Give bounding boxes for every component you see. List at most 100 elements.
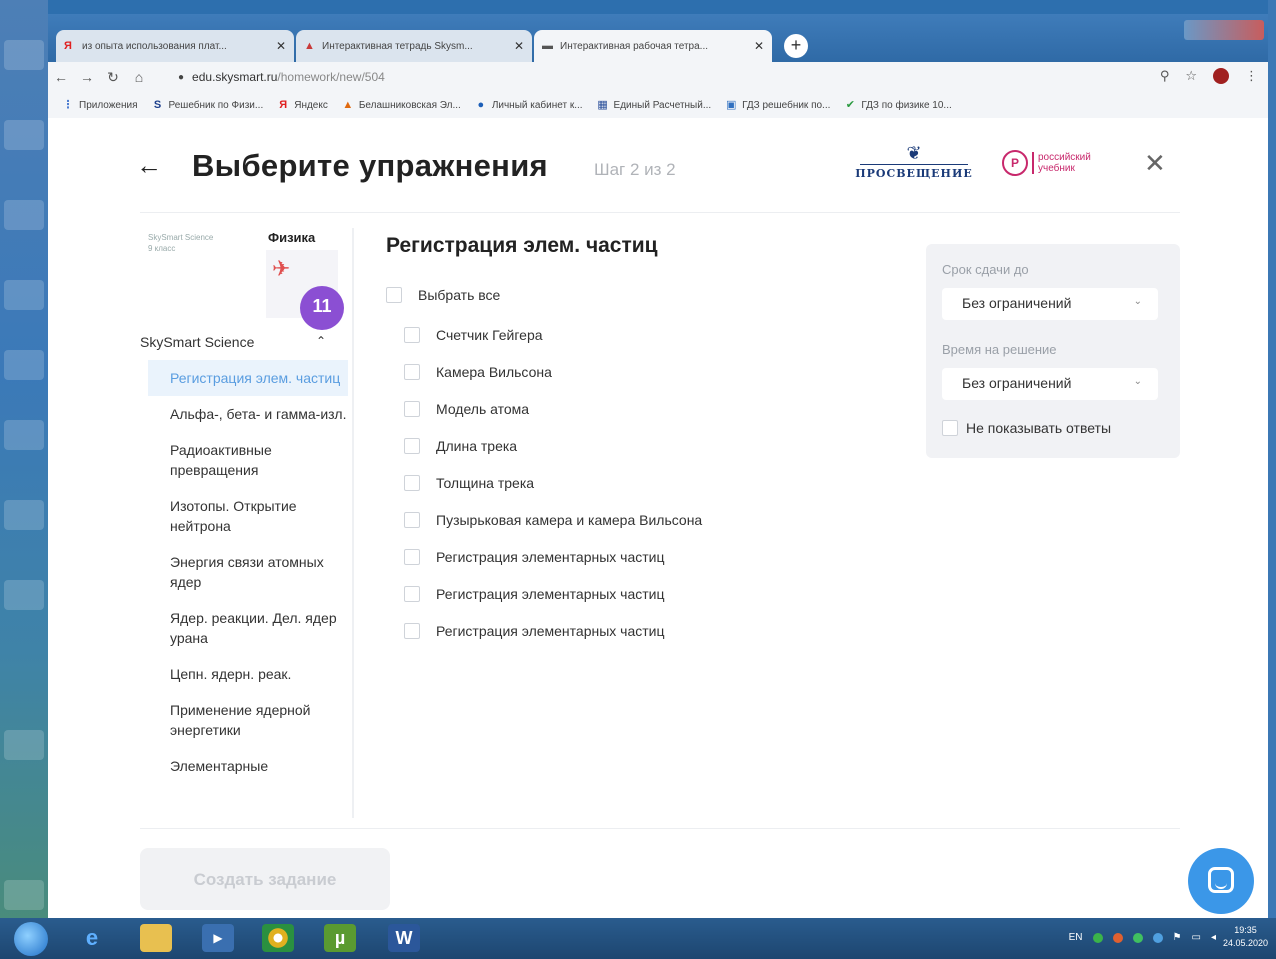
sidebar-item-topic[interactable]: Энергия связи атомных ядер xyxy=(148,544,348,600)
profile-avatar[interactable] xyxy=(1213,68,1229,84)
window-controls[interactable] xyxy=(1184,20,1264,40)
select-all-row[interactable]: Выбрать все xyxy=(386,278,904,312)
exercise-row[interactable]: Камера Вильсона xyxy=(404,353,904,390)
desktop-icon[interactable] xyxy=(4,580,44,610)
language-indicator[interactable]: EN xyxy=(1069,932,1083,943)
bookmark-item[interactable]: ▲ Белашниковская Эл... xyxy=(342,99,460,111)
check-icon: ✔ xyxy=(845,99,855,111)
bookmark-item[interactable]: ● Личный кабинет к... xyxy=(475,99,582,111)
bookmark-item[interactable]: ✔ ГДЗ по физике 10... xyxy=(844,99,952,111)
sidebar-item-topic[interactable]: Изотопы. Открытие нейтрона xyxy=(148,488,348,544)
home-icon[interactable]: ⌂ xyxy=(126,69,152,85)
sidebar-item-topic[interactable]: Альфа-, бета- и гамма-изл. xyxy=(148,396,348,432)
desktop-icon[interactable] xyxy=(4,120,44,150)
hide-answers-checkbox[interactable] xyxy=(942,420,958,436)
desktop-icon[interactable] xyxy=(4,500,44,530)
browser-tab-3[interactable]: ▬ Интерактивная рабочая тетра... ✕ xyxy=(534,30,772,62)
exercise-row[interactable]: Толщина трека xyxy=(404,464,904,501)
tab-title: Интерактивная рабочая тетра... xyxy=(560,40,708,52)
forward-icon[interactable]: → xyxy=(74,69,100,85)
clock[interactable]: 19:35 24.05.2020 xyxy=(1223,924,1268,950)
zoom-icon[interactable]: ⚲ xyxy=(1160,68,1170,84)
start-button[interactable] xyxy=(14,922,48,956)
exercise-row[interactable]: Регистрация элементарных частиц xyxy=(404,538,904,575)
tray-icon[interactable] xyxy=(1112,932,1123,943)
bookmark-label: ГДЗ решебник по... xyxy=(742,99,831,111)
chevron-up-icon[interactable]: ⌃ xyxy=(316,334,326,348)
sidebar-item-topic[interactable]: Цепн. ядерн. реак. xyxy=(148,656,348,692)
create-assignment-button[interactable]: Создать задание xyxy=(140,848,390,910)
sidebar-item-topic[interactable]: Радиоактивные превращения xyxy=(148,432,348,488)
exercise-row[interactable]: Модель атома xyxy=(404,390,904,427)
bookmark-item[interactable]: S Решебник по Физи... xyxy=(152,99,263,111)
tray-icon[interactable] xyxy=(1152,932,1163,943)
bookmark-item[interactable]: Я Яндекс xyxy=(277,99,328,111)
chat-button[interactable] xyxy=(1188,848,1254,914)
desktop-icon[interactable] xyxy=(4,40,44,70)
exercise-checkbox[interactable] xyxy=(404,326,420,343)
select-all-checkbox[interactable] xyxy=(386,287,402,303)
desktop-icon[interactable] xyxy=(4,350,44,380)
exercise-checkbox[interactable] xyxy=(404,548,420,565)
exercise-row[interactable]: Регистрация элементарных частиц xyxy=(404,575,904,612)
back-arrow-icon[interactable]: ← xyxy=(136,150,162,181)
exercise-checkbox[interactable] xyxy=(404,585,420,602)
reload-icon[interactable]: ↻ xyxy=(100,69,126,86)
menu-icon[interactable]: ⋮ xyxy=(1245,68,1258,84)
desktop-icon[interactable] xyxy=(4,200,44,230)
sidebar-item-topic[interactable]: Применение ядерной энергетики xyxy=(148,692,348,748)
ie-icon[interactable]: e xyxy=(76,924,108,952)
star-icon[interactable]: ☆ xyxy=(1185,68,1197,84)
sidebar-item-topic[interactable]: Ядер. реакции. Дел. ядер урана xyxy=(148,600,348,656)
exercise-row[interactable]: Регистрация элементарных частиц xyxy=(404,612,904,649)
bookmark-item[interactable]: ▦ Единый Расчетный... xyxy=(597,99,711,111)
word-icon[interactable]: W xyxy=(388,924,420,952)
browser-tab-1[interactable]: Я из опыта использования плат... ✕ xyxy=(56,30,294,62)
time-limit-select[interactable]: Без ограничений ⌄ xyxy=(942,368,1158,400)
bookmark-apps[interactable]: ⋮ Приложения xyxy=(62,99,138,111)
exercise-checkbox[interactable] xyxy=(404,363,420,380)
explorer-icon[interactable] xyxy=(140,924,172,952)
media-player-icon[interactable]: ▶ xyxy=(202,924,234,952)
book-card[interactable]: SkySmart Science 9 класс Физика ✈ 11 xyxy=(148,228,344,330)
exercise-row[interactable]: Пузырьковая камера и камера Вильсона xyxy=(404,501,904,538)
hide-answers-row[interactable]: Не показывать ответы xyxy=(942,420,1111,436)
bookmark-item[interactable]: ▣ ГДЗ решебник по... xyxy=(725,99,830,111)
partner-logo-line1: российский xyxy=(1038,152,1091,163)
desktop-icon[interactable] xyxy=(4,880,44,910)
hide-answers-label: Не показывать ответы xyxy=(966,420,1112,436)
deadline-select[interactable]: Без ограничений ⌄ xyxy=(942,288,1158,320)
exercise-checkbox[interactable] xyxy=(404,622,420,639)
utorrent-icon[interactable]: µ xyxy=(324,924,356,952)
sidebar-item-topic[interactable]: Регистрация элем. частиц xyxy=(148,360,348,396)
sidebar-item-topic[interactable]: Элементарные xyxy=(148,748,348,784)
exercise-checkbox[interactable] xyxy=(404,400,420,417)
close-tab-icon[interactable]: ✕ xyxy=(276,39,286,53)
new-tab-button[interactable]: + xyxy=(784,34,808,58)
flag-icon[interactable]: ⚑ xyxy=(1173,932,1182,943)
exercise-checkbox[interactable] xyxy=(404,511,420,528)
exercise-checkbox[interactable] xyxy=(404,437,420,454)
series-header[interactable]: SkySmart Science ⌃ xyxy=(140,334,340,358)
back-icon[interactable]: ← xyxy=(48,69,74,85)
chrome-icon[interactable] xyxy=(262,924,294,952)
tray-icon[interactable] xyxy=(1092,932,1103,943)
close-icon[interactable]: ✕ xyxy=(1144,148,1166,179)
windows-taskbar: e ▶ µ W EN ⚑ ▭ ◂ 19:35 24.05.2020 xyxy=(0,918,1276,959)
close-tab-icon[interactable]: ✕ xyxy=(754,39,764,53)
exercise-row[interactable]: Счетчик Гейгера xyxy=(404,316,904,353)
plane-icon: ✈ xyxy=(272,256,291,281)
desktop-icon[interactable] xyxy=(4,280,44,310)
close-tab-icon[interactable]: ✕ xyxy=(514,39,524,53)
address-bar[interactable]: ● edu.skysmart.ru/homework/new/504 xyxy=(178,66,1148,88)
browser-tab-2[interactable]: ▲ Интерактивная тетрадь Skysm... ✕ xyxy=(296,30,532,62)
exercise-row[interactable]: Длина трека xyxy=(404,427,904,464)
desktop-icon[interactable] xyxy=(4,730,44,760)
bookmark-icon: ▣ xyxy=(725,99,737,111)
exercise-checkbox[interactable] xyxy=(404,474,420,491)
network-icon[interactable]: ▭ xyxy=(1192,932,1201,943)
volume-icon[interactable]: ◂ xyxy=(1211,932,1216,943)
header-divider xyxy=(140,212,1180,213)
tray-icon[interactable] xyxy=(1132,932,1143,943)
desktop-icon[interactable] xyxy=(4,420,44,450)
